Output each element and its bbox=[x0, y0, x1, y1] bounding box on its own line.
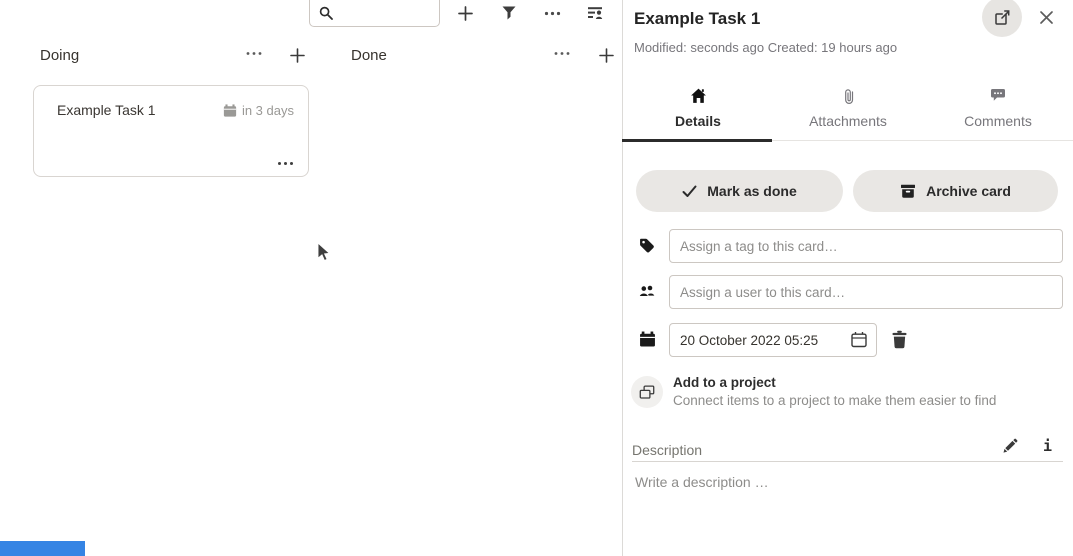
assign-tag-input[interactable] bbox=[669, 229, 1063, 263]
home-icon bbox=[690, 88, 707, 104]
active-tab-underline bbox=[622, 139, 772, 142]
paperclip-icon bbox=[842, 88, 855, 105]
popout-button[interactable] bbox=[982, 0, 1022, 37]
chat-bubble-icon bbox=[990, 88, 1006, 102]
tab-comments[interactable]: Comments bbox=[923, 85, 1073, 139]
tab-details-label: Details bbox=[675, 113, 721, 129]
add-to-project-button[interactable] bbox=[631, 376, 663, 408]
plus-icon bbox=[598, 47, 615, 64]
column-done-add-button[interactable] bbox=[598, 47, 615, 64]
column-doing-menu-button[interactable] bbox=[246, 51, 262, 56]
board-menu-button[interactable] bbox=[544, 11, 561, 16]
archive-card-label: Archive card bbox=[926, 183, 1011, 199]
assign-user-input[interactable] bbox=[669, 275, 1063, 309]
due-date-field[interactable]: 20 October 2022 05:25 bbox=[669, 323, 877, 357]
pane-divider bbox=[622, 0, 623, 556]
tag-icon bbox=[639, 237, 656, 254]
app-window: Doing Done Example Task 1 in 3 da bbox=[0, 0, 1073, 556]
calendar-icon bbox=[223, 104, 237, 118]
ellipsis-icon bbox=[544, 11, 561, 16]
tab-details[interactable]: Details bbox=[623, 85, 773, 139]
kanban-card[interactable]: Example Task 1 in 3 days bbox=[33, 85, 309, 177]
search-box[interactable] bbox=[309, 0, 440, 27]
open-date-picker-button[interactable] bbox=[850, 331, 868, 349]
close-panel-button[interactable] bbox=[1039, 10, 1054, 25]
description-info-button[interactable]: i bbox=[1043, 437, 1052, 455]
ellipsis-icon bbox=[277, 161, 294, 166]
assignee-list-icon bbox=[587, 5, 604, 21]
close-icon bbox=[1039, 10, 1054, 25]
description-label: Description bbox=[632, 442, 702, 458]
column-done-menu-button[interactable] bbox=[554, 51, 570, 56]
edit-description-button[interactable] bbox=[1002, 438, 1018, 454]
calendar-outline-icon bbox=[850, 331, 868, 349]
search-icon bbox=[319, 6, 333, 20]
ellipsis-icon bbox=[246, 51, 262, 56]
card-due-text: in 3 days bbox=[242, 103, 294, 118]
assignee-view-button[interactable] bbox=[587, 5, 604, 21]
project-windows-icon bbox=[639, 385, 655, 400]
mark-as-done-button[interactable]: Mark as done bbox=[636, 170, 843, 212]
calendar-icon bbox=[639, 331, 656, 348]
ellipsis-icon bbox=[554, 51, 570, 56]
check-icon bbox=[682, 185, 697, 198]
pencil-icon bbox=[1002, 438, 1018, 454]
plus-icon bbox=[289, 47, 306, 64]
trash-icon bbox=[890, 330, 909, 350]
add-to-project-subtitle: Connect items to a project to make them … bbox=[673, 393, 996, 408]
filter-button[interactable] bbox=[501, 5, 517, 21]
card-menu-button[interactable] bbox=[277, 161, 294, 166]
tab-attachments[interactable]: Attachments bbox=[773, 85, 923, 139]
tab-comments-label: Comments bbox=[964, 113, 1032, 129]
search-input[interactable] bbox=[338, 4, 436, 26]
add-to-project-title[interactable]: Add to a project bbox=[673, 375, 776, 390]
users-icon bbox=[638, 283, 656, 299]
description-divider bbox=[632, 461, 1063, 462]
tab-attachments-label: Attachments bbox=[809, 113, 887, 129]
open-in-new-window-icon bbox=[994, 9, 1011, 26]
funnel-icon bbox=[501, 5, 517, 21]
add-card-button[interactable] bbox=[457, 5, 474, 22]
mark-as-done-label: Mark as done bbox=[707, 183, 796, 199]
archive-box-icon bbox=[900, 184, 916, 199]
column-title-done: Done bbox=[351, 47, 387, 64]
column-title-doing: Doing bbox=[40, 47, 79, 64]
panel-meta: Modified: seconds ago Created: 19 hours … bbox=[634, 40, 897, 55]
due-date-value: 20 October 2022 05:25 bbox=[670, 333, 850, 348]
card-due-badge: in 3 days bbox=[223, 103, 294, 118]
mouse-cursor bbox=[317, 242, 331, 263]
archive-card-button[interactable]: Archive card bbox=[853, 170, 1058, 212]
description-placeholder[interactable]: Write a description … bbox=[635, 474, 769, 490]
remove-due-date-button[interactable] bbox=[890, 330, 909, 350]
column-doing-add-button[interactable] bbox=[289, 47, 306, 64]
selection-accent-bar bbox=[0, 541, 85, 556]
plus-icon bbox=[457, 5, 474, 22]
panel-title: Example Task 1 bbox=[634, 9, 760, 29]
card-title: Example Task 1 bbox=[57, 102, 156, 118]
